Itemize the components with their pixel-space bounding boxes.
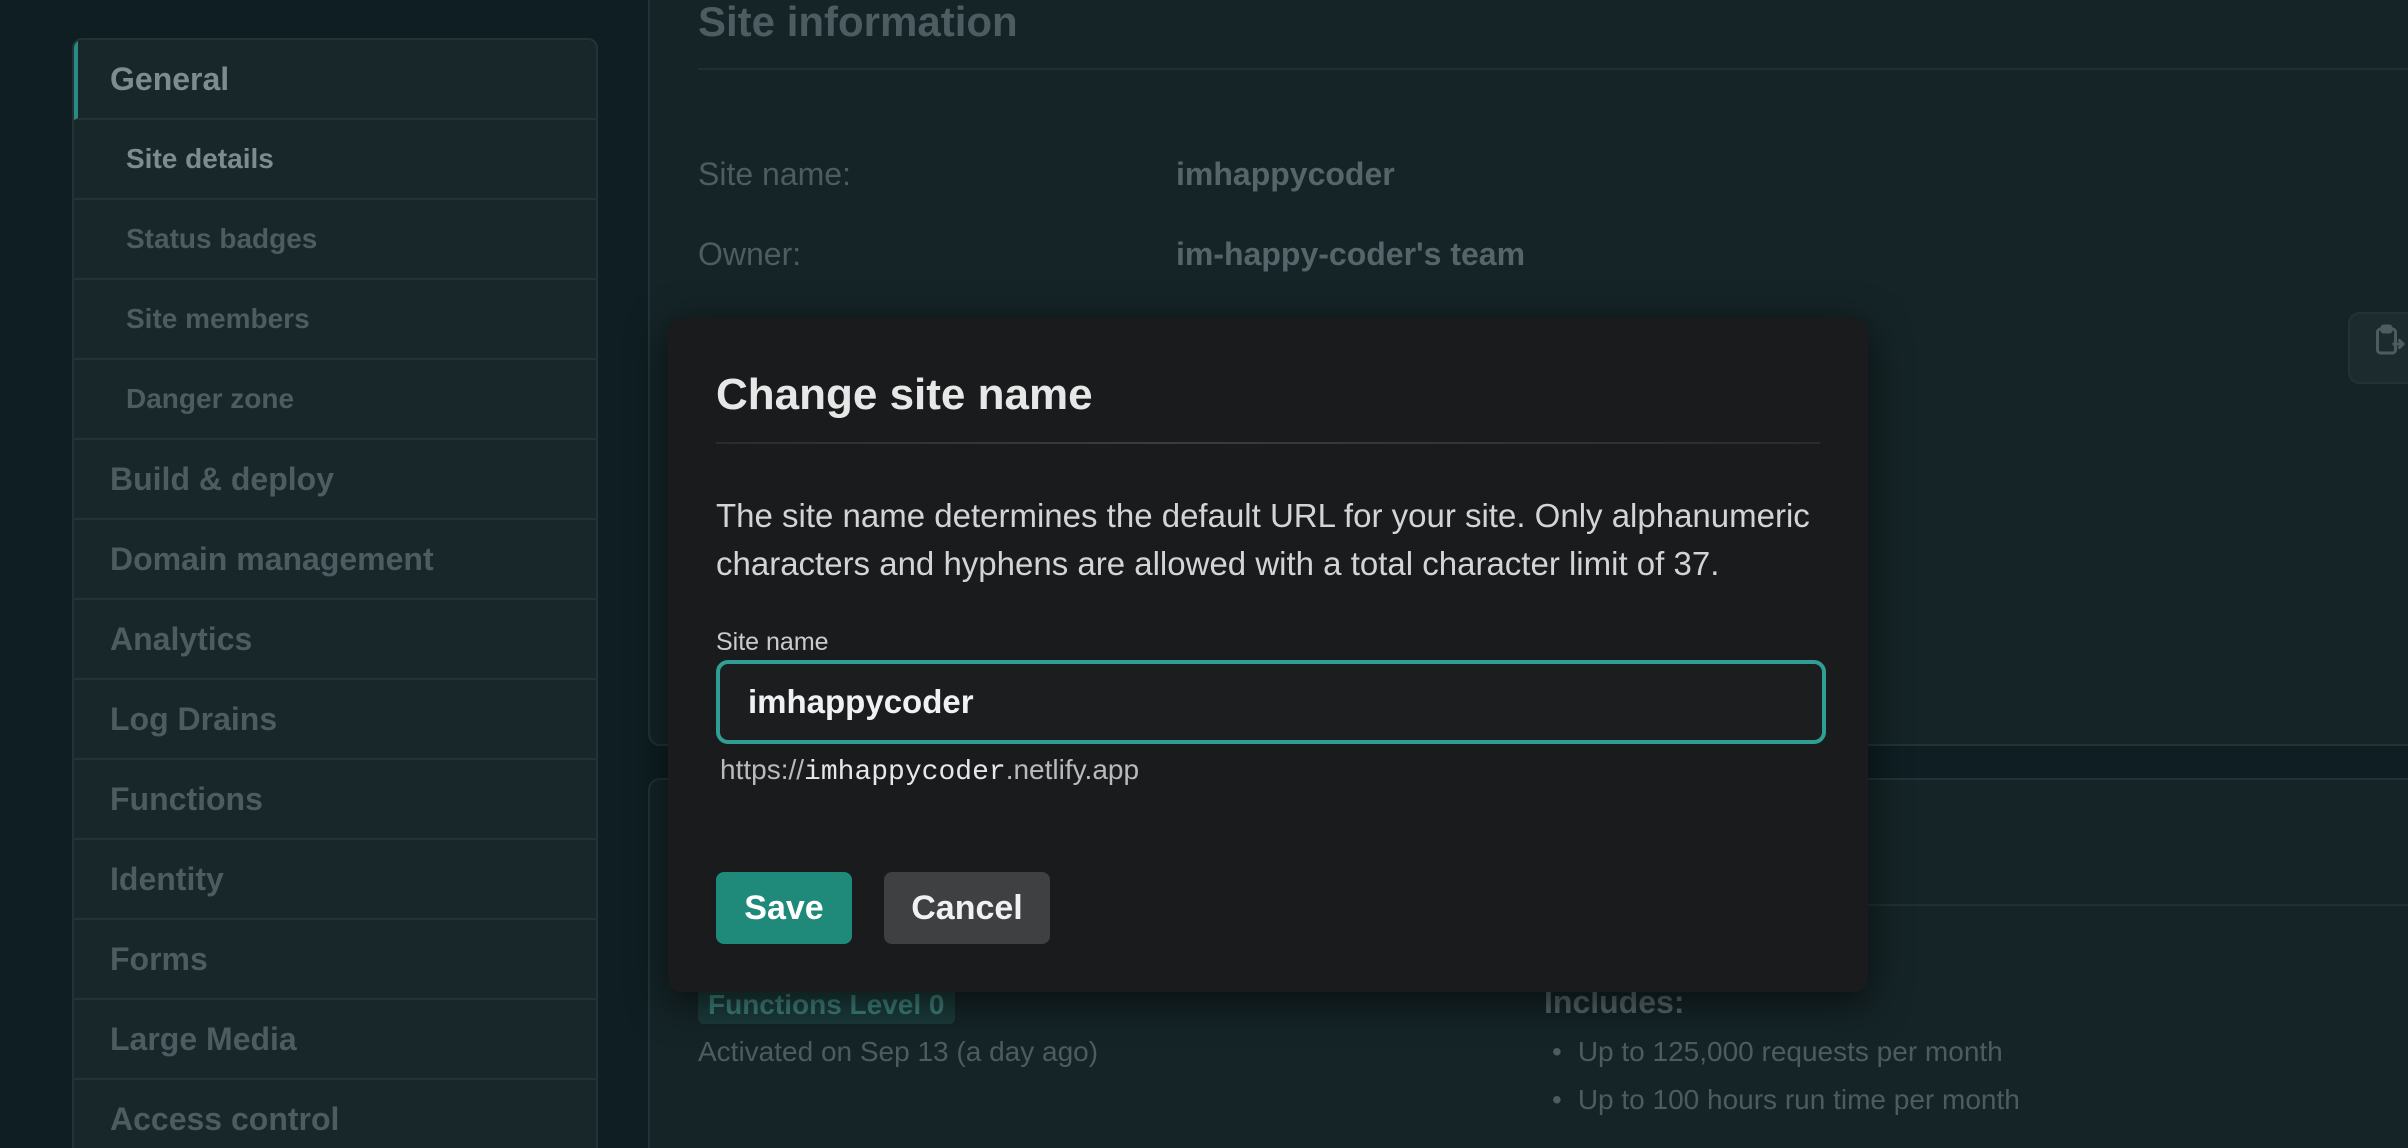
sidebar-subitem-site-details[interactable]: Site details bbox=[74, 120, 596, 200]
site-name-label: Site name: bbox=[698, 156, 851, 192]
sidebar-subitem-status-badges[interactable]: Status badges bbox=[74, 200, 596, 280]
sidebar-item-general[interactable]: General bbox=[74, 40, 596, 120]
sidebar-subitem-danger-zone[interactable]: Danger zone bbox=[74, 360, 596, 440]
site-name-field-label: Site name bbox=[716, 628, 829, 656]
sidebar-item-build-deploy[interactable]: Build & deploy bbox=[74, 440, 596, 520]
owner-value: im-happy-coder's team bbox=[1176, 236, 1526, 272]
sidebar-item-log-drains[interactable]: Log Drains bbox=[74, 680, 596, 760]
sidebar-item-access-control[interactable]: Access control bbox=[74, 1080, 596, 1148]
sidebar-item-analytics[interactable]: Analytics bbox=[74, 600, 596, 680]
sidebar-item-large-media[interactable]: Large Media bbox=[74, 1000, 596, 1080]
sidebar-item-identity[interactable]: Identity bbox=[74, 840, 596, 920]
url-suffix: .netlify.app bbox=[1005, 754, 1140, 785]
functions-activated-text: Activated on Sep 13 (a day ago) bbox=[698, 1036, 1099, 1067]
include-item: Up to 125,000 requests per month bbox=[1552, 1036, 2003, 1068]
sidebar-item-functions[interactable]: Functions bbox=[74, 760, 596, 840]
site-name-value: imhappycoder bbox=[1176, 156, 1395, 192]
sidebar-item-forms[interactable]: Forms bbox=[74, 920, 596, 1000]
site-information-title: Site information bbox=[698, 0, 1018, 45]
dialog-description: The site name determines the default URL… bbox=[716, 497, 1810, 582]
site-name-input[interactable] bbox=[716, 660, 1826, 744]
include-item: Up to 100 hours run time per month bbox=[1552, 1084, 2020, 1116]
page: General Site details Status badges Site … bbox=[0, 0, 2408, 1148]
card-divider bbox=[698, 68, 2408, 70]
cancel-button[interactable]: Cancel bbox=[884, 872, 1050, 944]
save-button[interactable]: Save bbox=[716, 872, 852, 944]
url-preview: https://imhappycoder.netlify.app bbox=[720, 754, 1139, 788]
url-prefix: https:// bbox=[720, 754, 805, 785]
clipboard-icon bbox=[2370, 324, 2406, 367]
copy-button[interactable] bbox=[2348, 312, 2408, 384]
sidebar-subitem-site-members[interactable]: Site members bbox=[74, 280, 596, 360]
owner-label: Owner: bbox=[698, 236, 802, 272]
settings-sidebar: General Site details Status badges Site … bbox=[72, 38, 598, 1148]
dialog-divider bbox=[716, 442, 1820, 444]
dialog-title: Change site name bbox=[716, 370, 1093, 419]
change-site-name-dialog: Change site name The site name determine… bbox=[668, 318, 1868, 992]
sidebar-item-domain-management[interactable]: Domain management bbox=[74, 520, 596, 600]
url-site-name: imhappycoder bbox=[804, 757, 1006, 788]
